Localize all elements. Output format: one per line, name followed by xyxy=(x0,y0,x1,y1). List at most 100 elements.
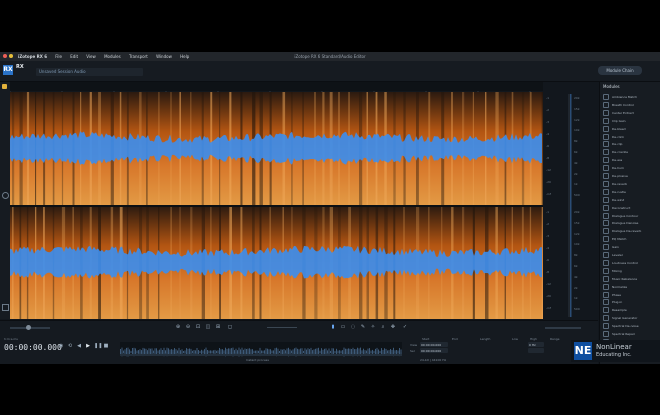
module-item[interactable]: De-reverb xyxy=(603,180,657,188)
magic-wand-icon[interactable]: ✧ xyxy=(370,324,376,330)
module-item[interactable]: De-hum xyxy=(603,165,657,172)
rewind-icon[interactable]: ◀ xyxy=(76,343,82,349)
time-ruler[interactable] xyxy=(9,82,543,97)
overview-waveform[interactable] xyxy=(120,342,402,357)
module-item[interactable]: De-bleed xyxy=(603,125,657,133)
module-label: Deconstruct xyxy=(612,205,631,210)
nonlinear-logo: NE xyxy=(574,342,592,360)
overview-bar xyxy=(192,350,193,354)
file-tab[interactable]: Unsaved Session Audio xyxy=(36,68,143,76)
module-item[interactable]: De-clip xyxy=(603,141,657,148)
db-tick-label: -inf xyxy=(546,192,551,196)
module-item[interactable]: Resample xyxy=(603,307,657,314)
module-chain-button[interactable]: Module Chain xyxy=(598,66,642,75)
module-icon xyxy=(603,299,609,306)
instant-process-label[interactable]: Instant process xyxy=(246,358,269,362)
module-item[interactable]: Music Rebalance xyxy=(603,275,657,283)
sel-hz-field-2[interactable] xyxy=(528,348,544,353)
spectro-opacity-slider[interactable] xyxy=(267,327,297,328)
zoom-tool-icon[interactable]: ⌕ xyxy=(380,324,386,330)
sel-hz-value: 0 Hz xyxy=(529,343,536,347)
module-item[interactable]: Normalize xyxy=(603,283,657,291)
module-item[interactable]: Loudness Control xyxy=(603,259,657,267)
module-label: EQ Match xyxy=(612,237,627,242)
module-item[interactable]: De-wind xyxy=(603,196,657,204)
zoom-slider-handle[interactable] xyxy=(26,325,31,330)
module-label: Mixing xyxy=(612,268,622,273)
module-label: De-crackle xyxy=(612,150,629,155)
hand-icon[interactable] xyxy=(2,304,9,311)
module-item[interactable]: Ambience Match xyxy=(603,94,657,101)
h-scroll-handle[interactable] xyxy=(545,327,581,329)
zoom-reset-icon[interactable]: ◻ xyxy=(227,324,233,330)
overview-bar xyxy=(303,350,304,353)
module-item[interactable]: Signal Generator xyxy=(603,315,657,322)
module-item[interactable]: Spectral De-noise xyxy=(603,323,657,330)
pause-icon[interactable]: ❚❚ xyxy=(94,343,102,349)
lasso-icon[interactable]: ◌ xyxy=(350,324,356,330)
db-tick-label: -20 xyxy=(546,294,551,298)
module-icon xyxy=(603,188,609,195)
module-item[interactable]: Breath Control xyxy=(603,101,657,109)
module-label: De-ess xyxy=(612,158,623,163)
instant-process-icon[interactable]: ✓ xyxy=(402,324,408,330)
view-label: View xyxy=(410,343,418,347)
sel-label: Sel xyxy=(410,349,415,353)
module-item[interactable]: De-rustle xyxy=(603,188,657,196)
module-icon xyxy=(603,173,609,179)
format-info: 24-bit | 44100 Hz xyxy=(420,358,447,362)
time-format[interactable]: h:m:s.ms xyxy=(4,337,18,341)
time-select-icon[interactable]: ▮ xyxy=(330,324,336,330)
module-item[interactable]: De-ess xyxy=(603,157,657,164)
zoom-fit-icon[interactable]: ⊡ xyxy=(195,324,201,330)
overview-bar xyxy=(319,350,321,354)
module-label: Spectral Repair xyxy=(612,332,635,336)
zoom-out-icon[interactable]: ⊖ xyxy=(185,324,191,330)
db-tick-label: -inf xyxy=(546,306,551,310)
module-item[interactable]: Spectral Repair xyxy=(603,331,657,338)
overview-scrollbar[interactable] xyxy=(120,354,402,356)
db-tick-label: -2 xyxy=(546,222,549,226)
menu-bar: iZotope RX 6 File Edit View Modules Tran… xyxy=(0,52,660,61)
module-item[interactable]: Clip Gain xyxy=(603,117,657,125)
record-icon[interactable]: ◉ xyxy=(58,343,64,349)
brush-icon[interactable]: ✎ xyxy=(360,324,366,330)
frequency-tick-label: 4k xyxy=(574,274,578,279)
zoom-icon[interactable] xyxy=(2,192,9,199)
module-item[interactable]: Center Extract xyxy=(603,109,657,117)
module-label: De-wind xyxy=(612,197,625,202)
module-item[interactable]: EQ Match xyxy=(603,236,657,243)
module-label: De-click xyxy=(612,134,624,139)
high-label: High xyxy=(530,337,537,341)
db-tick-label: -8 xyxy=(546,156,549,160)
zoom-height-icon[interactable]: ⊞ xyxy=(215,324,221,330)
zoom-selection-icon[interactable]: ◫ xyxy=(205,324,211,330)
frequency-select-icon[interactable]: ▭ xyxy=(340,324,346,330)
stop-icon[interactable]: ■ xyxy=(103,343,109,349)
sel-start-value: 00:00:00.000 xyxy=(421,343,442,347)
play-head-icon[interactable] xyxy=(2,84,7,89)
module-item[interactable]: De-click xyxy=(603,133,657,141)
module-item[interactable]: Dialogue Denoise xyxy=(603,220,657,227)
module-item[interactable]: Plug-in xyxy=(603,299,657,306)
db-tick-label: -20 xyxy=(546,180,551,184)
module-item[interactable]: Deconstruct xyxy=(603,204,657,212)
grab-tool-icon[interactable]: ✥ xyxy=(390,324,396,330)
module-item[interactable]: Phase xyxy=(603,291,657,299)
module-label: Signal Generator xyxy=(612,316,638,321)
sel-end-value: 00:00:00.000 xyxy=(421,349,442,353)
module-item[interactable]: De-plosive xyxy=(603,173,657,180)
module-item[interactable]: Gain xyxy=(603,244,657,251)
module-item[interactable]: Dialogue De-reverb xyxy=(603,228,657,235)
loop-icon[interactable]: ⟲ xyxy=(67,343,73,349)
module-label: Ambience Match xyxy=(612,95,638,99)
module-item[interactable]: Mixing xyxy=(603,267,657,275)
module-item[interactable]: Leveler xyxy=(603,252,657,259)
modules-panel: Modules Ambience Match Breath Control Cent… xyxy=(599,82,660,352)
zoom-in-icon[interactable]: ⊕ xyxy=(175,324,181,330)
module-icon xyxy=(603,307,609,314)
module-icon xyxy=(603,204,609,211)
module-item[interactable]: Dialogue Contour xyxy=(603,212,657,220)
play-icon[interactable]: ▶ xyxy=(85,343,91,349)
module-item[interactable]: De-crackle xyxy=(603,149,657,156)
